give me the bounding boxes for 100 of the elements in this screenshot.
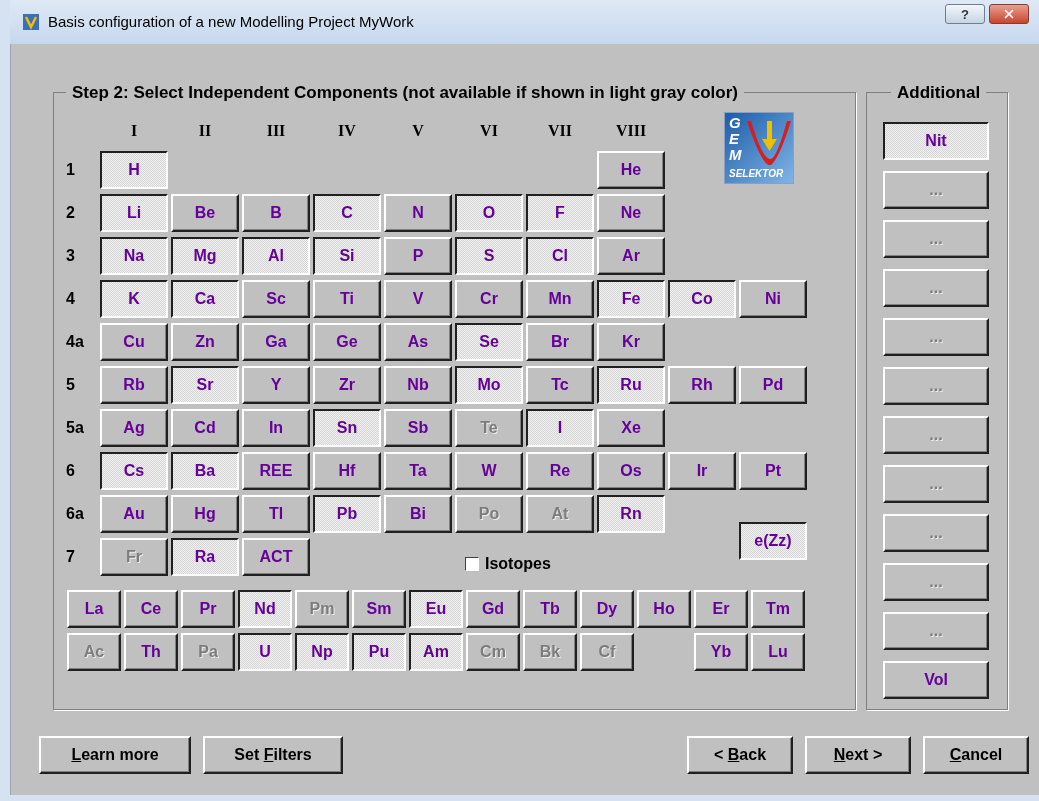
dialog-button[interactable]: Set Filters [203,736,343,774]
element-button[interactable]: H [100,150,168,189]
electron-button[interactable]: e(Zz) [739,521,807,560]
element-button[interactable]: Cd [171,408,239,447]
element-button[interactable]: C [313,193,381,232]
dialog-button[interactable]: < Back [687,736,793,774]
element-button[interactable]: F [526,193,594,232]
element-button[interactable]: Pr [181,589,235,628]
element-button[interactable]: Mo [455,365,523,404]
element-button[interactable]: K [100,279,168,318]
help-button[interactable]: ? [945,4,985,24]
element-button[interactable]: W [455,451,523,490]
element-button[interactable]: Sn [313,408,381,447]
element-button[interactable]: Np [295,632,349,671]
element-button[interactable]: Ag [100,408,168,447]
element-button[interactable]: Ta [384,451,452,490]
element-button[interactable]: Ho [637,589,691,628]
element-button[interactable]: S [455,236,523,275]
element-button[interactable]: Si [313,236,381,275]
element-button[interactable]: Am [409,632,463,671]
element-button[interactable]: Br [526,322,594,361]
element-button[interactable]: Dy [580,589,634,628]
element-button[interactable]: Nd [238,589,292,628]
element-button[interactable]: Er [694,589,748,628]
element-button[interactable]: Lu [751,632,805,671]
element-button[interactable]: Au [100,494,168,533]
element-button[interactable]: Ru [597,365,665,404]
element-button[interactable]: Ga [242,322,310,361]
element-button[interactable]: Ti [313,279,381,318]
element-button[interactable]: Na [100,236,168,275]
element-button[interactable]: ACT [242,537,310,576]
element-button[interactable]: Tc [526,365,594,404]
element-button[interactable]: Hf [313,451,381,490]
element-button[interactable]: Tb [523,589,577,628]
element-button[interactable]: Pb [313,494,381,533]
element-button[interactable]: Ge [313,322,381,361]
element-button[interactable]: Sm [352,589,406,628]
component-button[interactable]: Vol [883,660,989,699]
element-button[interactable]: Se [455,322,523,361]
element-button[interactable]: In [242,408,310,447]
element-button[interactable]: Tm [751,589,805,628]
element-button[interactable]: Zr [313,365,381,404]
element-button[interactable]: Ce [124,589,178,628]
element-button[interactable]: V [384,279,452,318]
element-button[interactable]: Os [597,451,665,490]
element-button[interactable]: Fe [597,279,665,318]
element-button[interactable]: Cl [526,236,594,275]
element-button[interactable]: Re [526,451,594,490]
element-button[interactable]: Al [242,236,310,275]
element-button[interactable]: Xe [597,408,665,447]
element-button[interactable]: N [384,193,452,232]
element-button[interactable]: Cu [100,322,168,361]
element-button[interactable]: Sb [384,408,452,447]
element-button[interactable]: Eu [409,589,463,628]
element-button[interactable]: Bi [384,494,452,533]
element-button[interactable]: Mn [526,279,594,318]
dialog-button[interactable]: Learn more [39,736,191,774]
element-button[interactable]: Be [171,193,239,232]
element-button[interactable]: Rn [597,494,665,533]
element-button[interactable]: B [242,193,310,232]
element-button[interactable]: O [455,193,523,232]
element-button[interactable]: Nb [384,365,452,404]
element-button[interactable]: Th [124,632,178,671]
element-button[interactable]: Rb [100,365,168,404]
element-button[interactable]: Yb [694,632,748,671]
element-button[interactable]: I [526,408,594,447]
element-button[interactable]: Sc [242,279,310,318]
element-button[interactable]: Gd [466,589,520,628]
dialog-button[interactable]: Cancel [923,736,1029,774]
element-button[interactable]: Hg [171,494,239,533]
element-button[interactable]: Ra [171,537,239,576]
element-button[interactable]: Pt [739,451,807,490]
close-button[interactable] [989,4,1029,24]
element-button[interactable]: Y [242,365,310,404]
element-button[interactable]: REE [242,451,310,490]
element-button[interactable]: Ne [597,193,665,232]
element-button[interactable]: Ni [739,279,807,318]
dialog-button[interactable]: Next > [805,736,911,774]
element-button[interactable]: He [597,150,665,189]
element-button[interactable]: Rh [668,365,736,404]
element-button[interactable]: Sr [171,365,239,404]
element-button[interactable]: Ir [668,451,736,490]
element-button[interactable]: Mg [171,236,239,275]
element-button[interactable]: Li [100,193,168,232]
isotopes-checkbox[interactable]: Isotopes [465,551,594,576]
element-button[interactable]: Ar [597,236,665,275]
element-button[interactable]: Pu [352,632,406,671]
element-button[interactable]: Cr [455,279,523,318]
element-button[interactable]: Pd [739,365,807,404]
element-button[interactable]: P [384,236,452,275]
element-button[interactable]: As [384,322,452,361]
element-button[interactable]: Tl [242,494,310,533]
element-button[interactable]: Ba [171,451,239,490]
element-button[interactable]: Kr [597,322,665,361]
component-button[interactable]: Nit [883,121,989,160]
element-button[interactable]: Cs [100,451,168,490]
element-button[interactable]: La [67,589,121,628]
element-button[interactable]: Ca [171,279,239,318]
element-button[interactable]: Co [668,279,736,318]
element-button[interactable]: Zn [171,322,239,361]
